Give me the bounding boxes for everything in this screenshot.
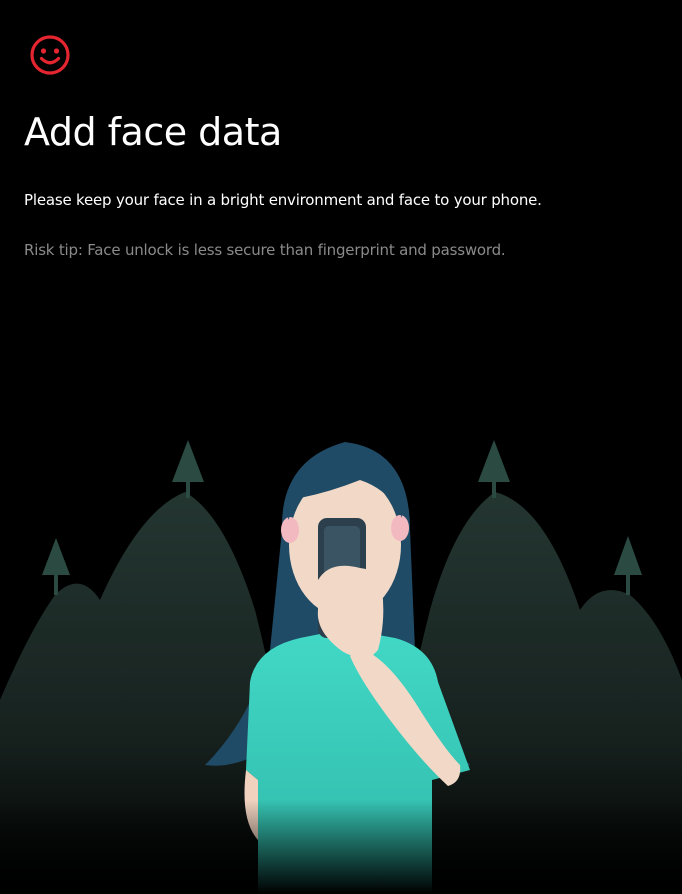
ear-left xyxy=(281,517,299,543)
risk-tip-text: Risk tip: Face unlock is less secure tha… xyxy=(24,241,506,259)
tree-right-large xyxy=(478,440,510,498)
tree-left-small xyxy=(42,538,70,595)
tree-left-large xyxy=(172,440,204,498)
tree-right-small xyxy=(614,536,642,595)
page-title: Add face data xyxy=(24,110,282,154)
person-holding-phone-illustration xyxy=(0,440,682,894)
add-face-data-screen: Add face data Please keep your face in a… xyxy=(0,0,682,894)
smiley-face-icon xyxy=(30,35,70,75)
instruction-text: Please keep your face in a bright enviro… xyxy=(24,191,542,209)
ear-right xyxy=(391,515,409,541)
